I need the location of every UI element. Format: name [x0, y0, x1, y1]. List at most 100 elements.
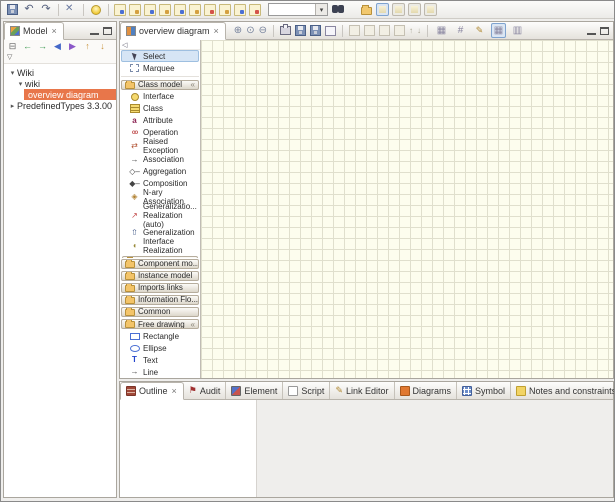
open-perspective-button[interactable]	[359, 3, 373, 17]
create-diagram-button-8[interactable]	[219, 4, 231, 16]
tip-of-day-button[interactable]	[89, 3, 103, 17]
palette-item-interface-realization[interactable]: ◖ Interface Realization	[121, 239, 199, 254]
create-diagram-button-3[interactable]	[144, 4, 156, 16]
zoom-out-button[interactable]: ⊖	[259, 26, 267, 36]
next-element-button[interactable]: ▶	[67, 42, 78, 51]
create-diagram-button-1[interactable]	[114, 4, 126, 16]
move-front-button[interactable]: ↑	[409, 26, 413, 35]
tree-row-overview-diagram[interactable]: overview diagram	[24, 89, 116, 100]
palette-item-aggregation[interactable]: ◇– Aggregation	[121, 166, 199, 178]
create-diagram-button-6[interactable]	[189, 4, 201, 16]
tab-element[interactable]: Element	[226, 382, 283, 399]
edit-style-button[interactable]: ✎	[472, 23, 487, 38]
collapse-icon[interactable]: ▸	[8, 102, 17, 110]
search-button[interactable]	[331, 3, 345, 17]
undo-button[interactable]: ↶	[22, 3, 36, 17]
navigate-forward-button[interactable]: →	[37, 42, 48, 51]
tab-model[interactable]: Model ×	[4, 22, 64, 40]
minimize-icon[interactable]	[587, 27, 596, 35]
perspective-button-2[interactable]	[392, 3, 405, 16]
close-icon[interactable]: ×	[51, 26, 58, 36]
create-diagram-button-9[interactable]	[234, 4, 246, 16]
expand-icon[interactable]: ▾	[16, 80, 25, 88]
move-down-button[interactable]: ↓	[97, 42, 108, 51]
snap-button[interactable]: #	[453, 23, 468, 38]
perspective-button-3[interactable]	[408, 3, 421, 16]
redo-button[interactable]: ↷	[39, 3, 53, 17]
maximize-icon[interactable]	[600, 27, 609, 35]
tab-symbol[interactable]: Symbol	[457, 382, 511, 399]
close-icon[interactable]: ×	[171, 386, 178, 396]
move-back-button[interactable]: ↓	[417, 26, 421, 35]
palette-item-text[interactable]: T Text	[121, 354, 199, 366]
tab-audit[interactable]: ⚑ Audit	[184, 382, 227, 399]
configure-button[interactable]: ✕	[64, 3, 78, 17]
print-button[interactable]	[280, 26, 291, 35]
fit-to-window-button[interactable]	[325, 26, 336, 36]
distribute-button[interactable]	[394, 25, 405, 36]
drawer-information-flows[interactable]: Information Flo...	[121, 295, 199, 305]
navigate-back-button[interactable]: ←	[22, 42, 33, 51]
align-right-button[interactable]	[379, 25, 390, 36]
search-combo[interactable]: ▾	[268, 3, 328, 16]
tab-overview-diagram[interactable]: overview diagram ×	[120, 22, 226, 40]
drawer-pin-icon[interactable]: «	[191, 320, 195, 329]
expand-icon[interactable]: ▾	[8, 69, 17, 77]
page-grid-button[interactable]: ▦	[434, 23, 449, 38]
create-diagram-button-7[interactable]	[204, 4, 216, 16]
tab-diagrams[interactable]: Diagrams	[395, 382, 458, 399]
palette-item-class[interactable]: Class	[121, 103, 199, 115]
palette-item-label: Generalizatio... Realization (auto)	[143, 202, 197, 229]
align-center-button[interactable]	[364, 25, 375, 36]
collapse-all-button[interactable]: ⊟	[7, 42, 18, 51]
drawer-instance-model[interactable]: Instance model	[121, 271, 199, 281]
palette-item-generalization-auto[interactable]: ↗ Generalizatio... Realization (auto)	[121, 205, 199, 227]
zoom-original-button[interactable]: ⊙	[246, 26, 254, 36]
palette-item-association[interactable]: → Association	[121, 154, 199, 166]
drawer-pin-icon[interactable]: «	[191, 80, 195, 89]
palette-item-attribute[interactable]: a Attribute	[121, 115, 199, 127]
move-up-button[interactable]: ↑	[82, 42, 93, 51]
create-diagram-button-5[interactable]	[174, 4, 186, 16]
show-rulers-button[interactable]: ▥	[510, 23, 525, 38]
view-menu-button[interactable]: ▽	[4, 53, 116, 64]
drawer-common[interactable]: Common	[121, 307, 199, 317]
tree-row-wiki-project[interactable]: ▾ Wiki	[4, 67, 116, 78]
diagram-canvas[interactable]	[201, 40, 613, 378]
perspective-modeling-button[interactable]	[376, 3, 389, 16]
combo-dropdown-arrow-icon[interactable]: ▾	[315, 4, 327, 15]
save-image-button[interactable]	[310, 25, 321, 36]
tree-row-wiki-package[interactable]: ▾ wiki	[4, 78, 116, 89]
create-diagram-button-4[interactable]	[159, 4, 171, 16]
tab-notes-and-constraints[interactable]: Notes and constraints	[511, 382, 615, 399]
zoom-in-button[interactable]: ⊕	[234, 26, 242, 36]
palette-item-raised-exception[interactable]: ⇄ Raised Exception	[121, 139, 199, 154]
show-grid-toggle[interactable]: ▦	[491, 23, 506, 38]
drawer-imports-links[interactable]: Imports links	[121, 283, 199, 293]
drawer-free-drawing[interactable]: Free drawing «	[121, 319, 199, 329]
drawer-class-model[interactable]: Class model «	[121, 80, 199, 90]
save-diagram-button[interactable]	[295, 25, 306, 36]
palette-item-ellipse[interactable]: Ellipse	[121, 342, 199, 354]
palette-item-line[interactable]: → Line	[121, 366, 199, 378]
maximize-icon[interactable]	[103, 27, 112, 35]
palette-item-rectangle[interactable]: Rectangle	[121, 330, 199, 342]
tab-script[interactable]: Script	[283, 382, 330, 399]
palette-tool-select[interactable]: Select	[121, 50, 199, 62]
palette-tool-marquee[interactable]: Marquee	[121, 62, 199, 74]
create-diagram-button-10[interactable]	[249, 4, 261, 16]
close-icon[interactable]: ×	[213, 26, 220, 36]
create-diagram-button-2[interactable]	[129, 4, 141, 16]
perspective-button-4[interactable]	[424, 3, 437, 16]
save-button[interactable]	[5, 3, 19, 17]
outline-view-content[interactable]	[120, 400, 257, 497]
minimize-icon[interactable]	[90, 27, 99, 35]
palette-item-interface[interactable]: Interface	[121, 91, 199, 103]
tab-link-editor[interactable]: ✎ Link Editor	[330, 382, 394, 399]
previous-element-button[interactable]: ◀	[52, 42, 63, 51]
tree-row-predefined-types[interactable]: ▸ PredefinedTypes 3.3.00	[4, 100, 116, 111]
align-left-button[interactable]	[349, 25, 360, 36]
drawer-component-model[interactable]: Component mo...	[121, 259, 199, 269]
tab-outline[interactable]: Outline ×	[120, 382, 184, 400]
palette-collapse-button[interactable]: ◁	[120, 40, 200, 50]
